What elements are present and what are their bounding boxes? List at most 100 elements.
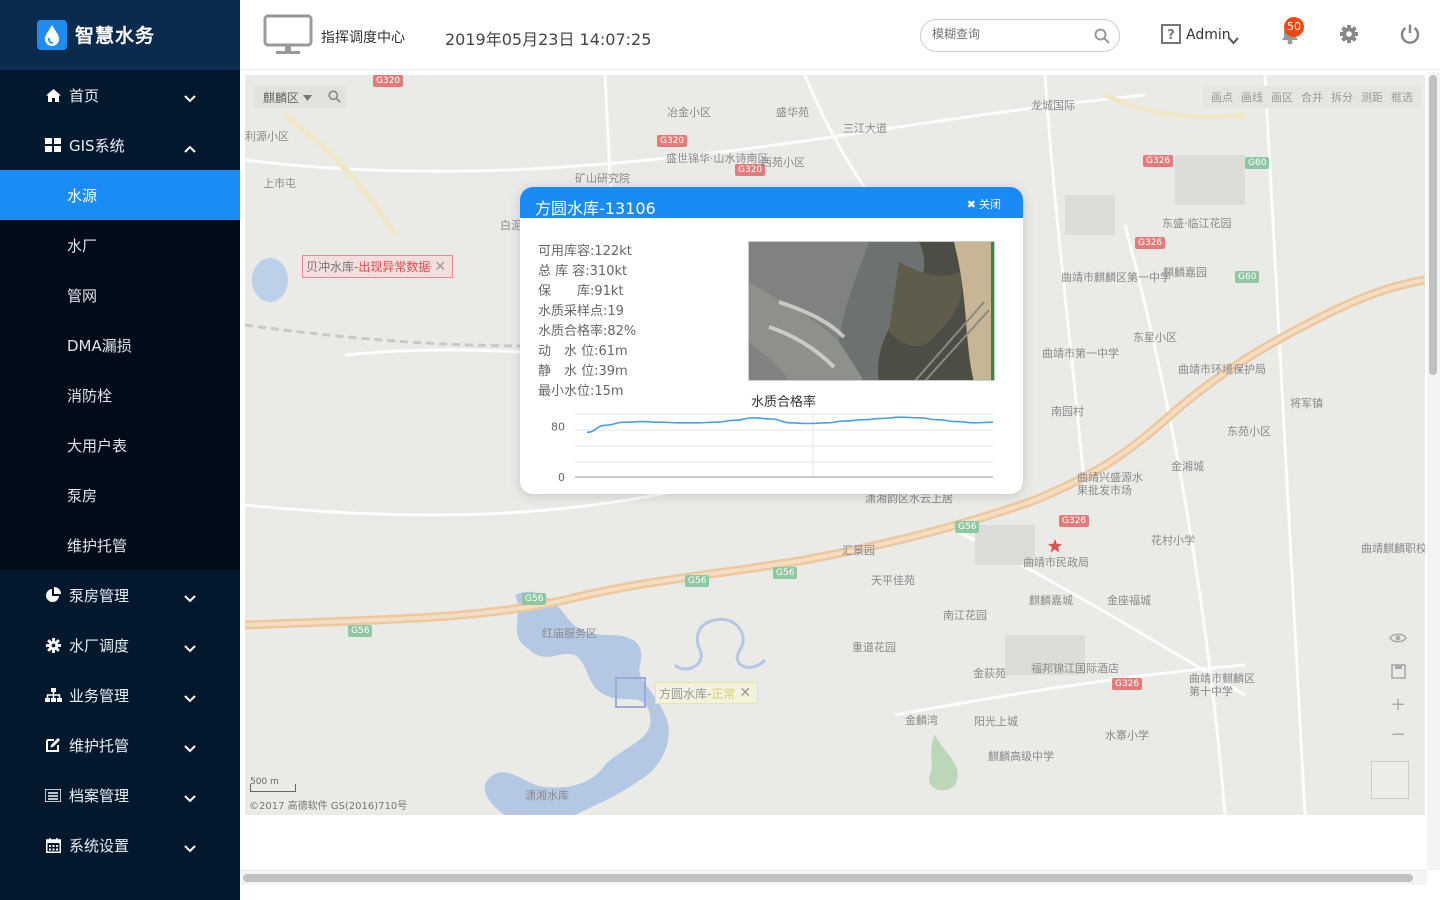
popup-header: 方圆水库-13106 ✖ 关闭	[520, 187, 1023, 218]
command-center-label[interactable]: 指挥调度中心	[321, 27, 405, 47]
sidebar: 智慧水务 首页 GIS系统 水源 水厂 管网 DMA漏损 消防栓 大用户表 泵房…	[0, 0, 240, 900]
submenu-pipe-network[interactable]: 管网	[0, 270, 240, 320]
stat-value: 310kt	[589, 264, 628, 279]
submenu-water-plant[interactable]: 水厂	[0, 220, 240, 270]
map-label: 东盛·临江花园	[1162, 217, 1232, 230]
menu-label: 水厂调度	[69, 636, 130, 655]
eye-icon[interactable]	[1385, 625, 1411, 651]
menu-business[interactable]: 业务管理	[0, 670, 240, 720]
road-badge: G326	[1135, 237, 1166, 249]
submenu-dma-leakage[interactable]: DMA漏损	[0, 320, 240, 370]
sitemap-icon	[44, 686, 62, 704]
menu-label: GIS系统	[69, 136, 125, 155]
search-icon[interactable]	[1094, 28, 1110, 48]
road-badge: G326	[1112, 678, 1143, 690]
chevron-down-icon	[184, 689, 196, 707]
district-selector[interactable]: 麒麟区	[254, 86, 346, 108]
stat-label: 静 水 位:	[538, 364, 599, 379]
tool-draw-point[interactable]: 画点	[1211, 89, 1233, 105]
list-icon	[44, 786, 62, 804]
menu-gis[interactable]: GIS系统	[0, 120, 240, 170]
map-toolbar: 画点 画线 画区 合并 拆分 测距 框选	[1203, 86, 1421, 108]
map-label: 福邦锦江国际酒店	[1031, 662, 1119, 675]
horizontal-scrollbar[interactable]	[240, 870, 1427, 885]
menu-archive[interactable]: 档案管理	[0, 770, 240, 820]
star-marker-icon	[1048, 539, 1062, 553]
map-label: 东星小区	[1133, 331, 1177, 344]
tool-measure[interactable]: 测距	[1361, 89, 1383, 105]
chevron-down-icon	[184, 839, 196, 857]
map-label: 麒麟嘉城	[1029, 594, 1073, 607]
popup-title: 方圆水库-13106	[535, 199, 656, 218]
map-label: 曲靖市麒麟区第十中学	[1189, 672, 1255, 698]
top-header: 指挥调度中心 2019年05月23日 14:07:25 ? Admin 50	[240, 0, 1440, 70]
vertical-scrollbar[interactable]	[1427, 72, 1440, 870]
chevron-down-icon[interactable]	[1228, 30, 1239, 49]
submenu-large-user-meter[interactable]: 大用户表	[0, 420, 240, 470]
stat-row: 总 库 容:310kt	[538, 262, 636, 282]
reservoir-photo[interactable]	[748, 241, 995, 381]
map-label: 利源小区	[245, 130, 289, 143]
power-icon[interactable]	[1399, 23, 1421, 49]
road-badge: G60	[1235, 271, 1260, 283]
submenu-pump-room[interactable]: 泵房	[0, 470, 240, 520]
reservoir-alarm-tag[interactable]: 贝冲水库- 出现异常数据 ✕	[302, 255, 454, 278]
stat-value: 82%	[607, 324, 637, 339]
map-label: 盛世锦华·山水诗南区	[666, 152, 769, 165]
submenu-maintenance[interactable]: 维护托管	[0, 520, 240, 570]
popup-close-button[interactable]: ✖ 关闭	[967, 196, 1001, 212]
tool-draw-area[interactable]: 画区	[1271, 89, 1293, 105]
y-tick-label: 0	[558, 471, 565, 484]
reservoir-stats: 可用库容:122kt 总 库 容:310kt 保 库:91kt 水质采样点:19…	[538, 242, 636, 402]
tool-draw-line[interactable]: 画线	[1241, 89, 1263, 105]
map-label: 曲靖市民政局	[1023, 556, 1089, 569]
overview-map-icon[interactable]	[1371, 761, 1409, 799]
brand[interactable]: 智慧水务	[0, 0, 240, 70]
tool-merge[interactable]: 合并	[1301, 89, 1323, 105]
menu-system-settings[interactable]: 系统设置	[0, 820, 240, 870]
tool-box-select[interactable]: 框选	[1391, 89, 1413, 105]
water-quality-chart[interactable]: 80 0	[520, 407, 1023, 487]
submenu-water-source[interactable]: 水源	[0, 170, 240, 220]
chevron-down-icon	[184, 89, 196, 107]
app-title: 智慧水务	[75, 25, 156, 47]
settings-gear-icon[interactable]	[1339, 24, 1359, 48]
help-icon[interactable]: ?	[1161, 24, 1181, 48]
zoom-out-icon[interactable]: −	[1385, 721, 1411, 747]
close-icon[interactable]: ✕	[739, 685, 751, 701]
y-tick-label: 80	[551, 421, 565, 434]
chevron-up-icon	[184, 139, 196, 157]
svg-text:?: ?	[1167, 28, 1175, 43]
menu-label: 维护托管	[69, 736, 130, 755]
scrollbar-thumb[interactable]	[243, 874, 1413, 882]
map-label: 金荻苑	[973, 667, 1006, 680]
stat-label: 总 库 容:	[538, 264, 590, 279]
close-label: 关闭	[979, 198, 1001, 211]
road-badge: G326	[1143, 155, 1174, 167]
map-label: 曲靖市第一中学	[1042, 347, 1119, 360]
search-input[interactable]	[932, 27, 1082, 41]
save-icon[interactable]	[1385, 658, 1411, 684]
normal-status: 正常	[711, 686, 736, 701]
menu-home[interactable]: 首页	[0, 70, 240, 120]
scrollbar-thumb[interactable]	[1429, 75, 1437, 375]
current-datetime: 2019年05月23日 14:07:25	[445, 30, 652, 49]
search-icon[interactable]	[328, 90, 341, 106]
submenu-fire-hydrant[interactable]: 消防栓	[0, 370, 240, 420]
close-icon[interactable]: ✕	[434, 259, 446, 275]
map-label: 盛华苑	[776, 106, 809, 119]
stat-row: 可用库容:122kt	[538, 242, 636, 262]
tool-split[interactable]: 拆分	[1331, 89, 1353, 105]
map-label: 矿山研究院	[575, 172, 630, 185]
menu-plant-dispatch[interactable]: 水厂调度	[0, 620, 240, 670]
stat-value: 61m	[598, 344, 628, 359]
monitor-icon[interactable]	[263, 14, 313, 60]
stat-value: 122kt	[594, 244, 632, 259]
reservoir-status-tag[interactable]: 方圆水库- 正常 ✕	[655, 682, 759, 704]
user-menu[interactable]: Admin	[1186, 27, 1231, 43]
reservoir-marker[interactable]	[615, 677, 646, 708]
menu-maintenance[interactable]: 维护托管	[0, 720, 240, 770]
menu-pump-management[interactable]: 泵房管理	[0, 570, 240, 620]
zoom-in-icon[interactable]: +	[1385, 691, 1411, 717]
map-label: 曲靖市麒麟区第一中学	[1061, 271, 1171, 284]
